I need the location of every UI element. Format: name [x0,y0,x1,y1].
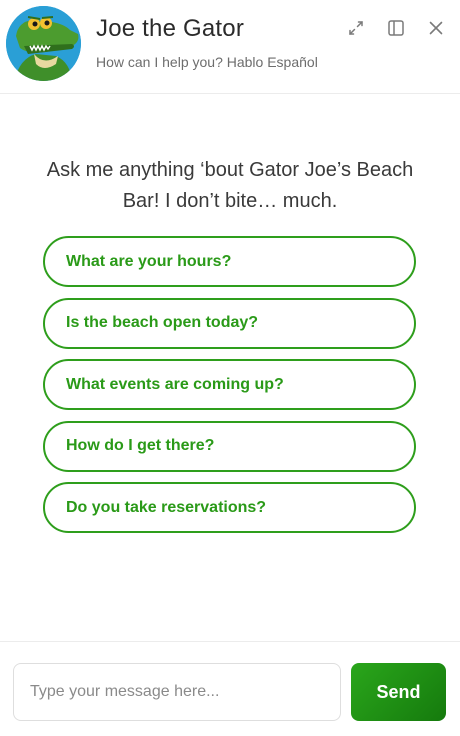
suggestion-reservations-button[interactable]: Do you take reservations? [43,482,416,533]
suggestion-events-button[interactable]: What events are coming up? [43,359,416,410]
send-button[interactable]: Send [351,663,446,721]
suggestion-beach-open-button[interactable]: Is the beach open today? [43,297,416,349]
composer-bar: Send [0,641,460,736]
sidebar-panel-icon[interactable] [385,17,407,39]
close-icon[interactable] [425,17,447,39]
chat-subtitle: How can I help you? Hablo Español [96,54,318,70]
chat-header: Joe the Gator How can I help you? Hablo … [0,0,460,94]
chat-title: Joe the Gator [96,15,245,42]
suggestion-hours-button[interactable]: What are your hours? [43,236,416,287]
gator-avatar-icon [6,6,81,81]
suggestion-directions-button[interactable]: How do I get there? [43,420,416,472]
expand-icon[interactable] [345,17,367,39]
welcome-message: Ask me anything ‘bout Gator Joe’s Beach … [46,159,414,212]
message-input[interactable] [13,663,341,721]
suggestion-list: What are your hours? Is the beach open t… [43,236,416,544]
